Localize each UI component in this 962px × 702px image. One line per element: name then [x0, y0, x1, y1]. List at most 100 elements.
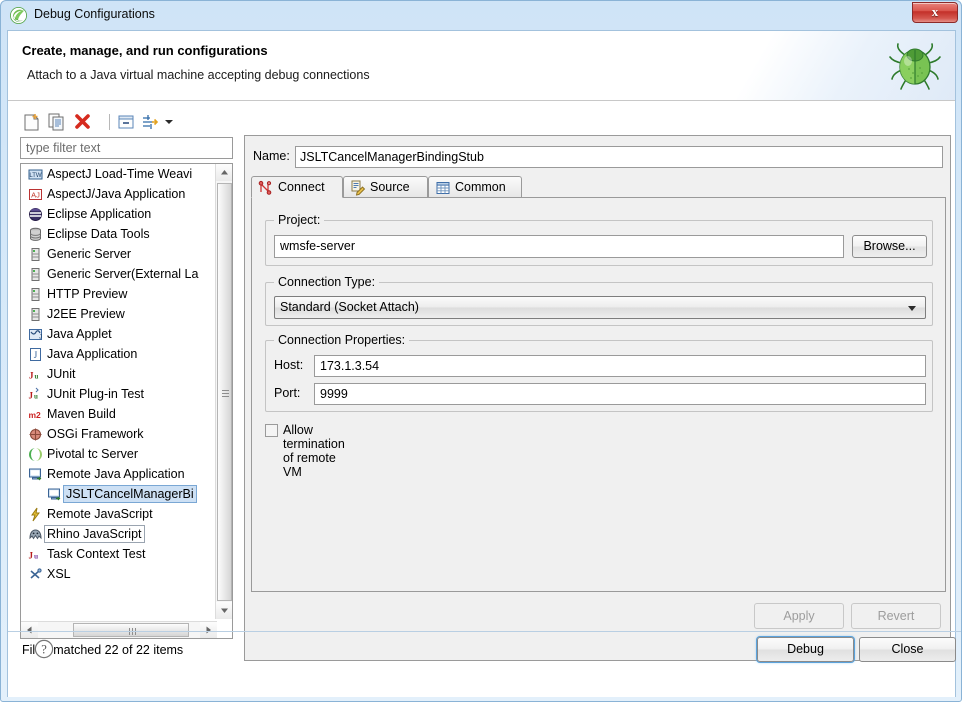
delete-icon[interactable] — [72, 112, 93, 133]
footer-separator — [8, 631, 961, 632]
toolbar-separator — [109, 114, 110, 130]
configurations-tree[interactable]: LTW AspectJ Load-Time Weavi AJ AspectJ/Java… — [21, 164, 217, 619]
tree-item[interactable]: LTW AspectJ Load-Time Weavi — [21, 164, 217, 184]
revert-button[interactable]: Revert — [851, 603, 941, 629]
tree-item-label: Generic Server — [47, 247, 132, 261]
dialog-header: Create, manage, and run configurations A… — [8, 31, 955, 101]
svg-text:LTW: LTW — [29, 173, 42, 179]
debug-button[interactable]: Debug — [757, 637, 854, 662]
tree-item[interactable]: m2 Maven Build — [21, 404, 217, 424]
svg-text:J: J — [39, 335, 42, 341]
tree-item[interactable]: Rhino JavaScript — [21, 524, 217, 544]
name-label: Name: — [253, 149, 290, 163]
tree-item[interactable]: XSL — [21, 564, 217, 584]
connection-type-combo[interactable]: Standard (Socket Attach) — [274, 296, 926, 319]
project-input[interactable]: wmsfe-server — [274, 235, 844, 258]
tree-item[interactable]: J Java Application — [21, 344, 217, 364]
host-input[interactable]: 173.1.3.54 — [314, 355, 926, 377]
tree-item[interactable]: Ju Task Context Test — [21, 544, 217, 564]
xsl-icon — [30, 568, 42, 579]
tree-item[interactable]: Eclipse Application — [21, 204, 217, 224]
close-button[interactable]: Close — [859, 637, 956, 662]
duplicate-icon[interactable] — [46, 112, 67, 133]
tree-item[interactable]: Generic Server(External La — [21, 264, 217, 284]
window-title: Debug Configurations — [34, 7, 155, 21]
tree-item[interactable]: JSLTCancelManagerBi — [21, 484, 217, 504]
tree-item[interactable]: Ju JUnit — [21, 364, 217, 384]
svg-text:J: J — [29, 391, 34, 401]
vertical-scroll-thumb[interactable] — [217, 183, 232, 601]
tree-item-label: Maven Build — [47, 407, 116, 421]
port-input[interactable]: 9999 — [314, 383, 926, 405]
filter-input[interactable]: type filter text — [20, 137, 233, 159]
filter-icon[interactable] — [139, 112, 160, 133]
close-icon: x — [931, 4, 939, 19]
collapse-all-icon[interactable] — [116, 112, 137, 133]
configurations-toolbar — [19, 109, 237, 135]
connection-type-label: Connection Type: — [274, 275, 380, 289]
page-title: Create, manage, and run configurations — [22, 43, 268, 58]
connection-type-group: Connection Type: Standard (Socket Attach… — [265, 275, 933, 326]
svg-text:m2: m2 — [29, 410, 42, 420]
tree-item[interactable]: J2EE Preview — [21, 304, 217, 324]
configurations-tree-container: LTW AspectJ Load-Time Weavi AJ AspectJ/Java… — [20, 163, 233, 639]
server-icon — [31, 308, 40, 321]
tree-item[interactable]: J Java Applet — [21, 324, 217, 344]
dialog-client-area: Create, manage, and run configurations A… — [7, 30, 961, 697]
tab-common-label: Common — [455, 180, 506, 194]
remote-java-icon — [48, 488, 61, 501]
tree-item-label: J2EE Preview — [47, 307, 125, 321]
chevron-down-icon[interactable] — [165, 120, 173, 124]
junit-plugin-icon: Ju — [29, 387, 39, 401]
apply-button[interactable]: Apply — [754, 603, 844, 629]
tree-item-label: JSLTCancelManagerBi — [63, 485, 197, 503]
tree-item[interactable]: AJ AspectJ/Java Application — [21, 184, 217, 204]
server-icon — [31, 288, 40, 301]
title-bar: Debug Configurations x — [1, 1, 961, 30]
pivotal-icon — [29, 448, 42, 461]
tree-vertical-scrollbar[interactable] — [215, 164, 232, 619]
java-icon: J — [30, 348, 41, 361]
tab-source[interactable]: Source — [343, 176, 428, 198]
name-input[interactable]: JSLTCancelManagerBindingStub — [295, 146, 943, 168]
connect-tab-panel: Project: wmsfe-server Browse... Connecti… — [251, 197, 946, 592]
tree-item-label: AspectJ/Java Application — [47, 187, 186, 201]
connection-type-value: Standard (Socket Attach) — [280, 300, 419, 314]
tree-item-label: Remote Java Application — [47, 467, 185, 481]
page-subtitle: Attach to a Java virtual machine accepti… — [27, 68, 370, 82]
tree-item-label: Remote JavaScript — [47, 507, 153, 521]
ltw-icon: LTW — [28, 169, 43, 180]
configuration-name-row: Name: JSLTCancelManagerBindingStub — [253, 146, 943, 168]
scroll-down-button[interactable] — [216, 602, 232, 619]
tree-item[interactable]: OSGi Framework — [21, 424, 217, 444]
junit-icon: Ju — [29, 371, 39, 381]
help-icon[interactable]: ? — [34, 639, 54, 659]
tree-item[interactable]: Generic Server — [21, 244, 217, 264]
tree-item-label: JUnit — [47, 367, 76, 381]
tree-item-label: Java Application — [47, 347, 138, 361]
svg-text:u: u — [35, 373, 39, 381]
svg-text:?: ? — [41, 643, 47, 657]
tab-common[interactable]: Common — [428, 176, 522, 198]
tree-item[interactable]: Remote JavaScript — [21, 504, 217, 524]
bug-icon — [889, 43, 941, 90]
tab-connect[interactable]: Connect — [251, 176, 343, 198]
window-close-button[interactable]: x — [912, 2, 958, 23]
eclipse-app-icon — [29, 208, 42, 221]
scroll-up-button[interactable] — [216, 164, 232, 181]
tree-item[interactable]: Pivotal tc Server — [21, 444, 217, 464]
connection-properties-label: Connection Properties: — [274, 333, 410, 347]
tree-item[interactable]: Ju JUnit Plug-in Test — [21, 384, 217, 404]
configuration-tabs: Connect Source Common — [251, 176, 946, 198]
new-launch-configuration-icon[interactable] — [21, 112, 42, 133]
tree-item[interactable]: Remote Java Application — [21, 464, 217, 484]
svg-text:J: J — [29, 371, 34, 381]
server-icon — [31, 248, 40, 261]
browse-button[interactable]: Browse... — [852, 235, 927, 258]
tree-item-label: HTTP Preview — [47, 287, 128, 301]
database-icon — [30, 227, 41, 241]
allow-termination-checkbox[interactable] — [265, 424, 278, 437]
tree-item-label: XSL — [47, 567, 71, 581]
tree-item[interactable]: HTTP Preview — [21, 284, 217, 304]
tree-item[interactable]: Eclipse Data Tools — [21, 224, 217, 244]
